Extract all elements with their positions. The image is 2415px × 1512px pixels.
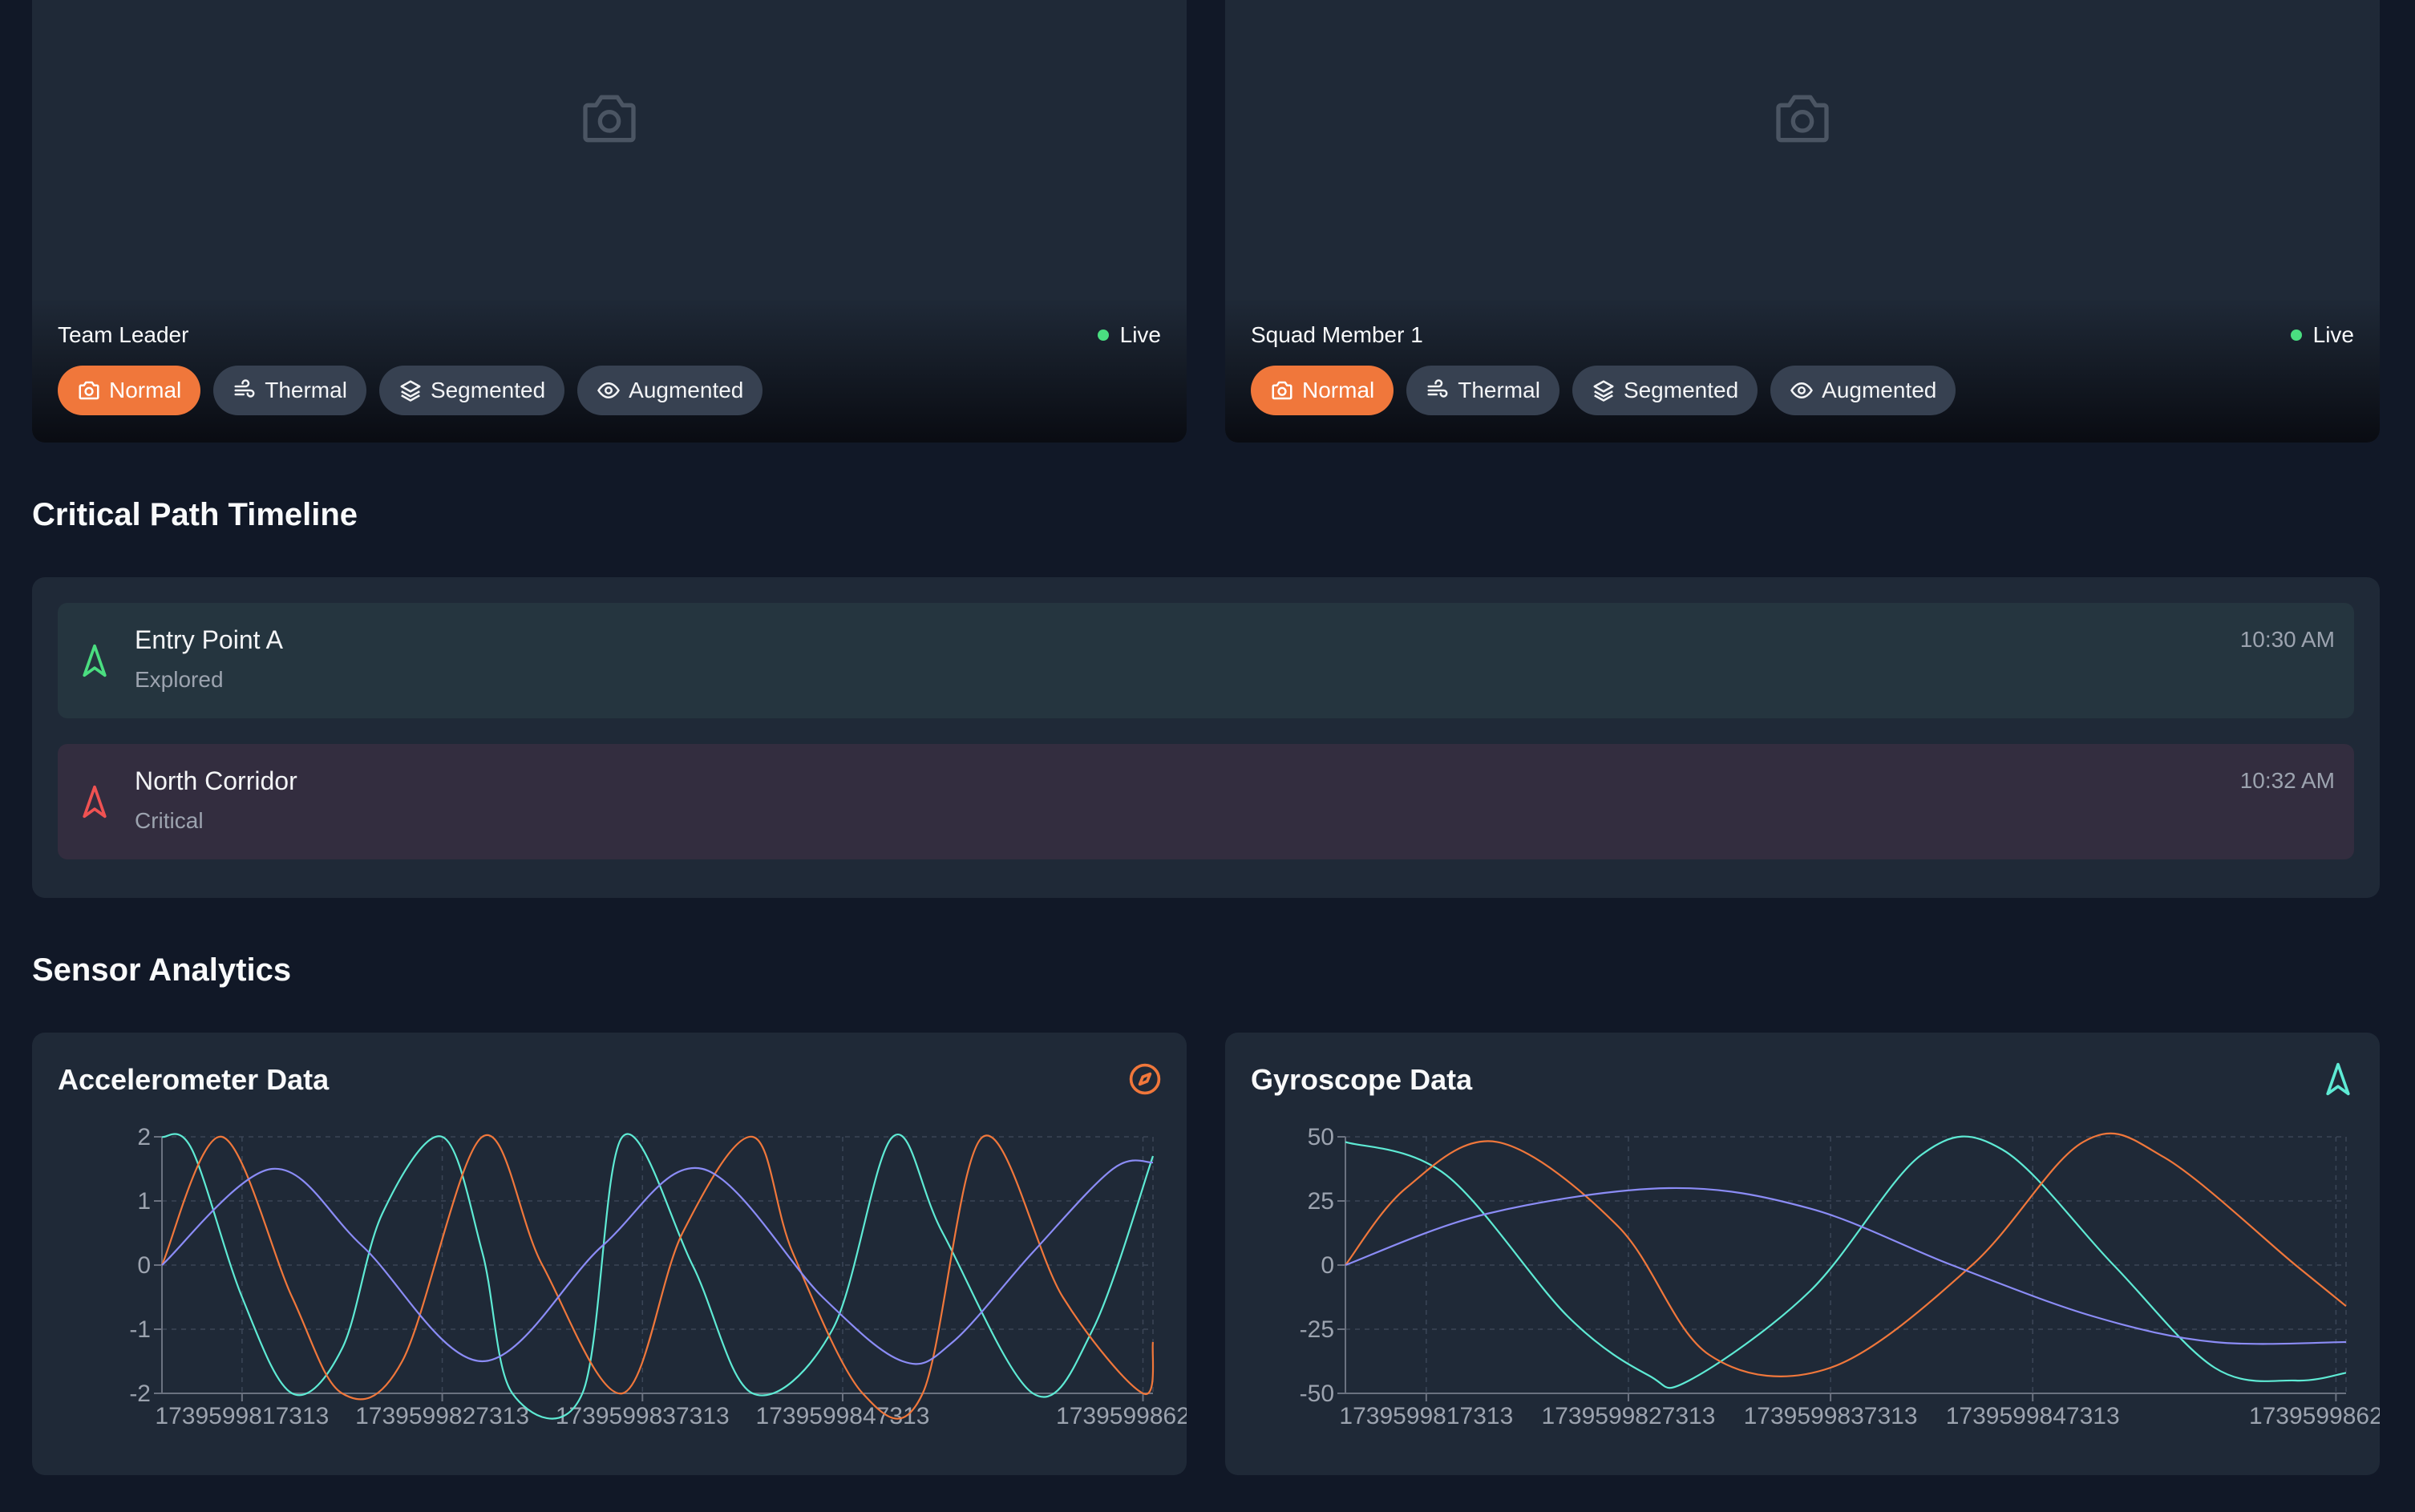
y-tick-label: -1 [129,1316,151,1343]
camera-placeholder-icon [583,95,636,143]
feed-title: Squad Member 1 [1251,322,1423,347]
mode-label: Segmented [1623,378,1739,402]
live-label: Live [2312,322,2354,347]
critical-path-timeline: Entry Point A Explored 10:30 AM North Co… [32,577,2380,898]
x-tick-label: 1739599862313 [1056,1403,1187,1429]
live-dot-icon [1097,329,1109,341]
feed-title: Team Leader [58,322,189,347]
y-tick-label: -50 [1300,1381,1334,1407]
camera-icon [79,381,99,400]
live-label: Live [1119,322,1161,347]
y-tick-label: -2 [129,1381,151,1407]
timeline-item-name: North Corridor [135,766,297,795]
gyroscope-line-chart: 50 25 0 -25 -501739599817313 1739599827313 173… [1300,1124,2380,1429]
series-line-2 [1345,1187,2347,1345]
live-indicator: Live [1097,322,1161,348]
y-tick-label: 0 [137,1252,151,1279]
camera-placeholder-icon [1776,95,1829,143]
series-line-0 [1345,1135,2347,1389]
timeline-item-time: 10:32 AM [2239,768,2335,793]
layers-icon [400,380,421,402]
series-line-2 [161,1159,1154,1365]
mode-label: Normal [1302,378,1375,402]
layers-icon [1593,380,1614,402]
x-tick-label: 1739599817313 [155,1403,329,1429]
x-tick-label: 1739599837313 [556,1403,730,1429]
series-line-1 [161,1134,1155,1420]
mode-thermal-button[interactable]: Thermal [213,366,366,415]
accelerometer-chart-card: Accelerometer Data 2 1 0 -1 -2 1739599817313 1… [32,1033,1187,1475]
mode-label: Thermal [1458,378,1540,402]
x-tick-label: 1739599847313 [756,1403,930,1429]
view-mode-selector: Normal Thermal Segmented Augmented [58,366,763,415]
sensor-section-title: Sensor Analytics [32,952,292,988]
eye-icon [597,382,621,399]
timeline-section-title: Critical Path Timeline [32,497,358,532]
wind-icon [1427,379,1448,398]
x-tick-label: 1739599827313 [1542,1403,1716,1429]
navigation-arrow-icon [83,644,107,677]
gyroscope-chart-card: Gyroscope Data 50 25 0 -25 -50 1739599817313 1… [1225,1033,2380,1475]
mode-augmented-button[interactable]: Augmented [577,366,763,415]
y-tick-label: 25 [1308,1188,1334,1215]
camera-feed-squad-member-1[interactable]: Squad Member 1 Live Normal Thermal Segme… [1225,0,2380,443]
mode-augmented-button[interactable]: Augmented [1770,366,1956,415]
x-tick-label: 1739599862313 [2249,1403,2380,1429]
mode-label: Augmented [629,378,744,402]
timeline-item-name: Entry Point A [135,625,283,654]
mode-thermal-button[interactable]: Thermal [1406,366,1559,415]
mode-label: Segmented [430,378,546,402]
timeline-item-entry-point-a[interactable]: Entry Point A Explored 10:30 AM [58,603,2354,718]
mode-normal-button[interactable]: Normal [1251,366,1394,415]
y-tick-label: 0 [1321,1252,1334,1279]
wind-icon [234,379,255,398]
timeline-item-time: 10:30 AM [2239,627,2335,652]
live-dot-icon [2290,329,2302,341]
navigation-arrow-icon [83,785,107,819]
accelerometer-line-chart: 2 1 0 -1 -21739599817313 1739599827313 1739599… [129,1124,1187,1429]
y-tick-label: 50 [1308,1124,1334,1150]
mode-segmented-button[interactable]: Segmented [1572,366,1758,415]
view-mode-selector: Normal Thermal Segmented Augmented [1251,366,1956,415]
x-tick-label: 1739599817313 [1339,1403,1513,1429]
x-tick-label: 1739599847313 [1946,1403,2120,1429]
x-tick-label: 1739599827313 [355,1403,529,1429]
camera-feed-team-leader[interactable]: Team Leader Live Normal Thermal Segmente… [32,0,1187,443]
timeline-item-status: Explored [135,667,224,692]
timeline-item-north-corridor[interactable]: North Corridor Critical 10:32 AM [58,744,2354,859]
y-tick-label: 2 [137,1124,151,1150]
mode-label: Normal [109,378,182,402]
y-tick-label: 1 [137,1188,151,1215]
series-line-0 [161,1133,1155,1420]
mode-segmented-button[interactable]: Segmented [378,366,565,415]
mode-label: Thermal [265,378,347,402]
mode-label: Augmented [1822,378,1937,402]
eye-icon [1790,382,1814,399]
mode-normal-button[interactable]: Normal [58,366,201,415]
camera-icon [1272,381,1292,400]
timeline-item-status: Critical [135,808,204,833]
live-indicator: Live [2290,322,2354,348]
x-tick-label: 1739599837313 [1744,1403,1918,1429]
y-tick-label: -25 [1300,1316,1334,1343]
